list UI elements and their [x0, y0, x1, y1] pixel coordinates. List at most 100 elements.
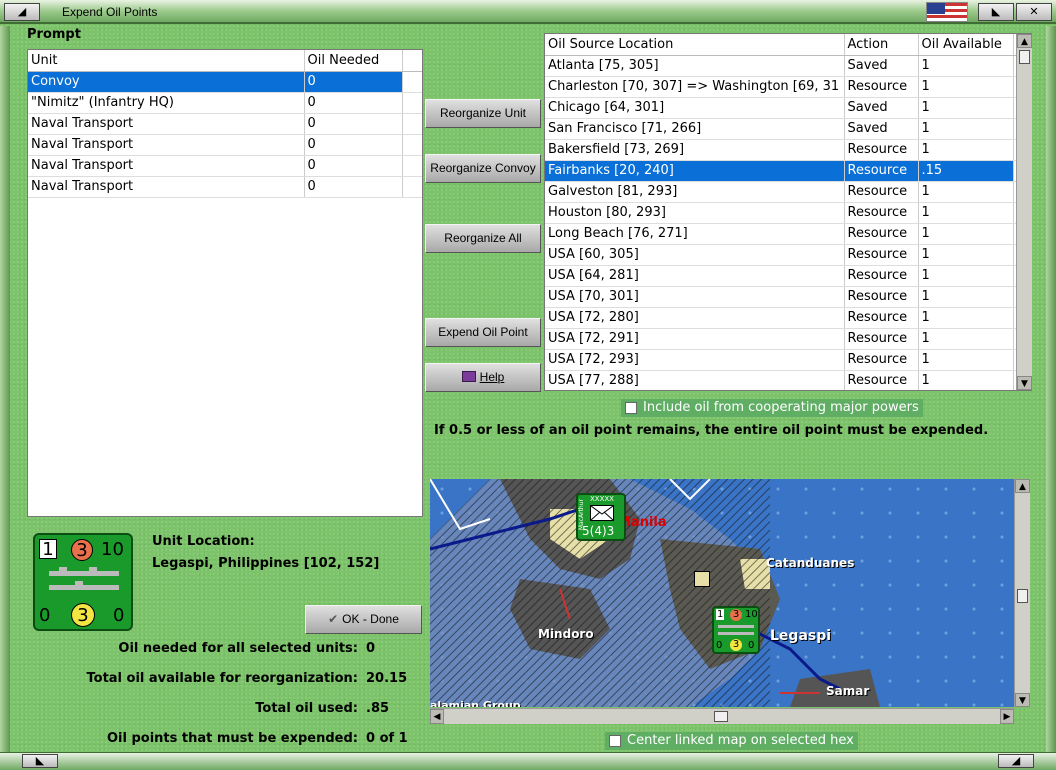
counter-bottom-mid: 3 — [71, 603, 95, 627]
map-terrain — [430, 479, 880, 707]
hq-counter-size: XXXXX — [590, 495, 614, 503]
source-location: USA [64, 281] — [545, 265, 845, 287]
source-available: 1 — [918, 307, 1014, 329]
table-row[interactable]: USA [64, 281] Resource 1 — [545, 265, 1031, 287]
table-row[interactable]: Convoy 0 — [28, 71, 422, 93]
map-label-alamian-group: alamian Group — [430, 699, 521, 707]
map-horizontal-scrollbar[interactable]: ◀ ▶ — [430, 708, 1014, 724]
help-book-icon — [461, 371, 476, 382]
reorganize-convoy-button[interactable]: Reorganize Convoy — [425, 154, 541, 183]
map-vertical-scrollbar[interactable]: ▲ ▼ — [1014, 479, 1030, 707]
source-location: USA [72, 291] — [545, 328, 845, 350]
units-table[interactable]: Unit Oil Needed Convoy 0 "Nimitz" (Infan… — [27, 49, 423, 517]
oil-needed: 0 — [304, 155, 403, 177]
oil-sources-table[interactable]: Oil Source Location Action Oil Available… — [544, 33, 1032, 391]
source-location: Long Beach [76, 271] — [545, 223, 845, 245]
map-scroll-right-icon[interactable]: ▶ — [1000, 709, 1014, 724]
resize-right-button[interactable]: ◢ — [998, 754, 1034, 768]
map-scroll-up-icon[interactable]: ▲ — [1015, 479, 1030, 493]
envelope-icon — [590, 505, 614, 521]
source-action: Resource — [844, 160, 919, 182]
hq-counter[interactable]: XXXXX MacArthur 5(4)3 — [576, 493, 626, 541]
system-menu-button[interactable]: ◢ — [4, 3, 40, 21]
table-row[interactable]: Galveston [81, 293] Resource 1 — [545, 181, 1031, 203]
table-row[interactable]: Bakersfield [73, 269] Resource 1 — [545, 139, 1031, 161]
prompt-label: Prompt — [27, 27, 81, 42]
reorganize-all-button[interactable]: Reorganize All — [425, 224, 541, 253]
map-scroll-left-icon[interactable]: ◀ — [430, 709, 444, 724]
source-location: San Francisco [71, 266] — [545, 118, 845, 140]
stat-label-must-expend: Oil points that must be expended: — [106, 731, 358, 746]
ok-done-button[interactable]: ✔ OK - Done — [305, 605, 422, 634]
table-row[interactable]: Naval Transport 0 — [28, 176, 422, 198]
help-label: Help — [479, 370, 505, 384]
source-location: Galveston [81, 293] — [545, 181, 845, 203]
table-row[interactable]: USA [72, 293] Resource 1 — [545, 349, 1031, 371]
source-available: 1 — [918, 181, 1014, 203]
map-label-mindoro: Mindoro — [538, 627, 594, 641]
table-row[interactable]: Naval Transport 0 — [28, 113, 422, 135]
source-location: USA [70, 301] — [545, 286, 845, 308]
table-row[interactable]: Charleston [70, 307] => Washington [69, … — [545, 76, 1031, 98]
stat-label-total-available: Total oil available for reorganization: — [86, 671, 359, 686]
map-ship-icon — [718, 625, 754, 635]
table-row[interactable]: USA [60, 305] Resource 1 — [545, 244, 1031, 266]
source-action: Resource — [844, 265, 919, 287]
scroll-down-arrow-icon[interactable]: ▼ — [1017, 376, 1032, 390]
source-available: 1 — [918, 55, 1014, 77]
table-row[interactable]: Naval Transport 0 — [28, 134, 422, 156]
expend-oil-point-button[interactable]: Expend Oil Point — [425, 318, 541, 347]
oil-needed: 0 — [304, 71, 403, 93]
help-button[interactable]: Help — [425, 363, 541, 392]
table-row[interactable]: San Francisco [71, 266] Saved 1 — [545, 118, 1031, 140]
source-location: Charleston [70, 307] => Washington [69, … — [545, 76, 845, 98]
source-location: Bakersfield [73, 269] — [545, 139, 845, 161]
center-map-checkbox[interactable]: Center linked map on selected hex — [605, 732, 858, 750]
map-scroll-down-icon[interactable]: ▼ — [1015, 693, 1030, 707]
scroll-thumb[interactable] — [1019, 50, 1030, 64]
column-header-action[interactable]: Action — [844, 34, 919, 56]
title-bar: ◢ Expend Oil Points ◣ ✕ — [0, 0, 1056, 24]
reorganize-unit-button[interactable]: Reorganize Unit — [425, 99, 541, 128]
checkbox-box[interactable] — [609, 735, 621, 747]
column-header-blank — [402, 50, 422, 72]
counter-bottom-left: 0 — [39, 605, 51, 626]
table-row[interactable]: USA [72, 280] Resource 1 — [545, 307, 1031, 329]
map-hscroll-thumb[interactable] — [714, 711, 728, 722]
table-row[interactable]: Chicago [64, 301] Saved 1 — [545, 97, 1031, 119]
table-row[interactable]: USA [70, 301] Resource 1 — [545, 286, 1031, 308]
map-counter-e: 3 — [730, 639, 742, 651]
checkbox-box[interactable] — [625, 402, 637, 414]
counter-top-right: 10 — [101, 539, 124, 560]
map-counter-f: 0 — [748, 640, 755, 651]
table-row[interactable]: Long Beach [76, 271] Resource 1 — [545, 223, 1031, 245]
source-available: 1 — [918, 223, 1014, 245]
table-row[interactable]: Naval Transport 0 — [28, 155, 422, 177]
table-row[interactable]: Atlanta [75, 305] Saved 1 — [545, 55, 1031, 77]
table-row-selected[interactable]: Fairbanks [20, 240] Resource .15 — [545, 160, 1031, 182]
table-row[interactable]: USA [72, 291] Resource 1 — [545, 328, 1031, 350]
map-convoy-counter[interactable]: 1 3 10 0 3 0 — [712, 606, 760, 654]
column-header-location[interactable]: Oil Source Location — [545, 34, 845, 56]
source-location: Chicago [64, 301] — [545, 97, 845, 119]
sources-scrollbar[interactable]: ▲ ▼ — [1016, 34, 1032, 390]
source-available: 1 — [918, 139, 1014, 161]
map-vscroll-thumb[interactable] — [1017, 589, 1028, 603]
column-header-unit[interactable]: Unit — [28, 50, 305, 72]
map-counter-c: 10 — [745, 609, 758, 620]
scroll-up-arrow-icon[interactable]: ▲ — [1017, 34, 1032, 48]
column-header-oil-needed[interactable]: Oil Needed — [304, 50, 403, 72]
linked-map[interactable]: Manila Catanduanes Mindoro Legaspi Samar… — [430, 479, 1014, 707]
close-button[interactable]: ✕ — [1016, 3, 1052, 21]
resize-left-button[interactable]: ◣ — [22, 754, 58, 768]
table-row[interactable]: USA [77, 288] Resource 1 — [545, 370, 1031, 390]
table-row[interactable]: Houston [80, 293] Resource 1 — [545, 202, 1031, 224]
source-location: USA [72, 280] — [545, 307, 845, 329]
source-action: Saved — [844, 55, 919, 77]
include-coop-checkbox[interactable]: Include oil from cooperating major power… — [621, 399, 923, 417]
minimize-button[interactable]: ◣ — [978, 3, 1014, 21]
source-available: 1 — [918, 244, 1014, 266]
column-header-oil-available[interactable]: Oil Available — [918, 34, 1014, 56]
source-available: 1 — [918, 370, 1014, 390]
table-row[interactable]: "Nimitz" (Infantry HQ) 0 — [28, 92, 422, 114]
